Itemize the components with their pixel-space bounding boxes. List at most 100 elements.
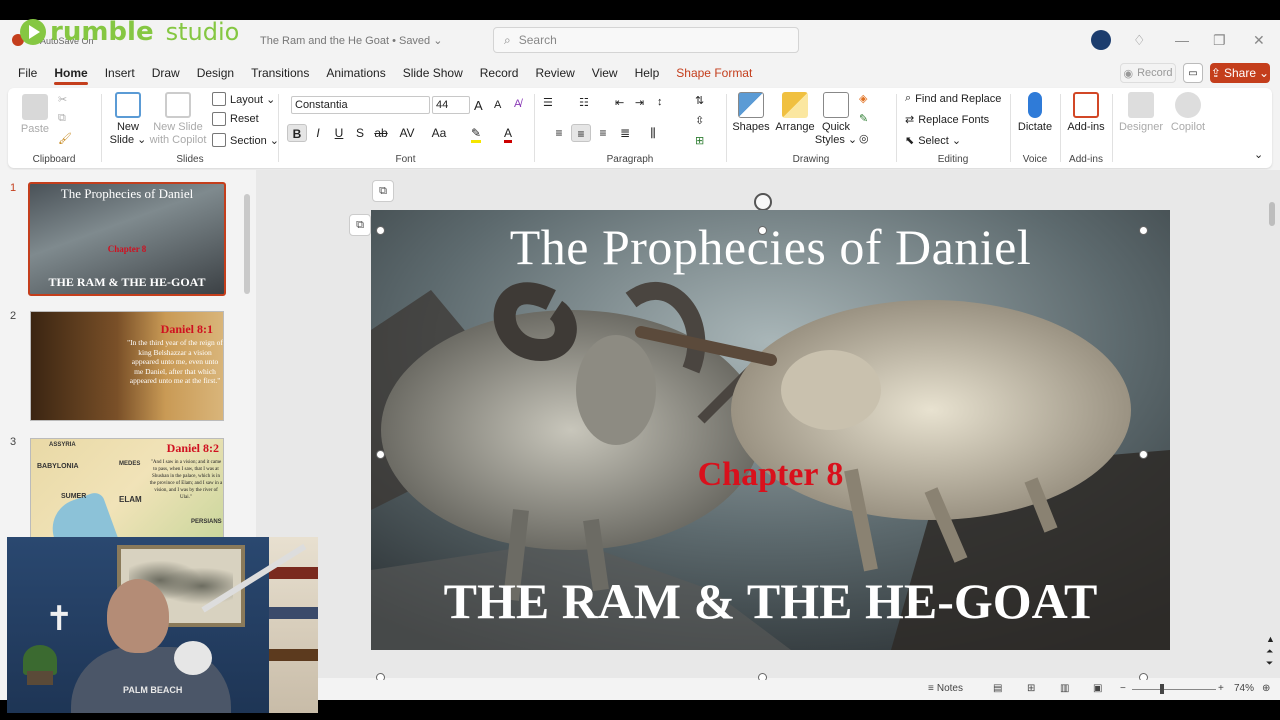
align-center-button[interactable]: ≡ bbox=[571, 124, 591, 142]
tab-insert[interactable]: Insert bbox=[105, 66, 135, 80]
minimize-icon[interactable]: — bbox=[1175, 32, 1189, 48]
next-slide-icon[interactable]: ⏷ bbox=[1266, 658, 1273, 669]
share-button[interactable]: ⇪ Share ⌄ bbox=[1210, 63, 1270, 83]
slide-show-icon[interactable]: ▣ bbox=[1093, 683, 1102, 694]
shadow-button[interactable]: S bbox=[350, 124, 370, 142]
shapes-button[interactable]: Shapes bbox=[731, 92, 771, 134]
collapse-ribbon-button[interactable]: ⌄ bbox=[1254, 148, 1263, 161]
numbering-button[interactable]: ☷ bbox=[579, 96, 589, 109]
tab-draw[interactable]: Draw bbox=[152, 66, 180, 80]
close-icon[interactable]: ✕ bbox=[1253, 32, 1265, 49]
quick-styles-button[interactable]: Quick Styles ⌄ bbox=[815, 92, 857, 147]
thumbnail-slide-3[interactable]: Daniel 8:2 ASSYRIA BABYLONIA MEDES SUMER… bbox=[30, 438, 224, 548]
slide-title[interactable]: The Prophecies of Daniel bbox=[371, 218, 1170, 276]
underline-button[interactable]: U bbox=[329, 124, 349, 142]
font-size-dropdown[interactable]: 44 bbox=[432, 96, 470, 114]
reset-button[interactable]: Reset bbox=[212, 112, 259, 126]
lightbulb-icon[interactable]: ♢ bbox=[1133, 32, 1146, 49]
shape-fill-button[interactable]: ◈ bbox=[859, 92, 867, 105]
tab-transitions[interactable]: Transitions bbox=[251, 66, 309, 80]
bullets-button[interactable]: ☰ bbox=[543, 96, 553, 109]
zoom-out-icon[interactable]: − bbox=[1120, 683, 1126, 694]
slide-canvas[interactable]: The Prophecies of Daniel Chapter 8 THE R… bbox=[371, 210, 1170, 650]
normal-view-icon[interactable]: ▤ bbox=[993, 683, 1002, 694]
tab-help[interactable]: Help bbox=[635, 66, 660, 80]
cut-button[interactable]: ✂ bbox=[58, 93, 67, 106]
bold-button[interactable]: B bbox=[287, 124, 307, 142]
arrange-button[interactable]: Arrange bbox=[773, 92, 817, 134]
justify-button[interactable]: ≣ bbox=[615, 124, 635, 142]
new-slide-button[interactable]: New Slide ⌄ bbox=[108, 92, 148, 147]
zoom-slider-knob[interactable] bbox=[1160, 684, 1164, 694]
rotate-handle[interactable] bbox=[754, 193, 772, 211]
document-title[interactable]: The Ram and the He Goat • Saved ⌄ bbox=[260, 34, 442, 47]
font-color-button[interactable]: A bbox=[498, 124, 518, 143]
zoom-in-icon[interactable]: + bbox=[1218, 683, 1224, 694]
fit-to-window-icon[interactable]: ⊕ bbox=[1262, 683, 1270, 694]
scrollbar-thumb[interactable] bbox=[1269, 202, 1275, 226]
slide-subtitle[interactable]: THE RAM & THE HE-GOAT bbox=[371, 572, 1170, 630]
tab-design[interactable]: Design bbox=[197, 66, 234, 80]
text-direction-button[interactable]: ⇅ bbox=[695, 94, 704, 107]
tab-slide-show[interactable]: Slide Show bbox=[403, 66, 463, 80]
design-ideas-icon[interactable]: ⧉ bbox=[349, 214, 371, 236]
tab-record[interactable]: Record bbox=[480, 66, 519, 80]
dictate-button[interactable]: Dictate bbox=[1015, 92, 1055, 134]
shape-effects-button[interactable]: ◎ bbox=[859, 132, 869, 145]
copilot-button[interactable]: Copilot bbox=[1166, 92, 1210, 134]
zoom-level[interactable]: 74% bbox=[1234, 683, 1254, 694]
resize-handle-right[interactable] bbox=[1139, 450, 1148, 459]
select-button[interactable]: ⬉ Select ⌄ bbox=[905, 134, 961, 147]
shape-outline-button[interactable]: ✎ bbox=[859, 112, 868, 125]
align-text-button[interactable]: ⇳ bbox=[695, 114, 704, 127]
increase-font-size-button[interactable]: A bbox=[474, 98, 483, 113]
slide-chapter-text[interactable]: Chapter 8 bbox=[371, 456, 1170, 494]
resize-handle-top-right[interactable] bbox=[1139, 226, 1148, 235]
resize-handle-left[interactable] bbox=[376, 450, 385, 459]
thumbnail-slide-1[interactable]: The Prophecies of Daniel Chapter 8 THE R… bbox=[28, 182, 226, 296]
paste-button[interactable]: Paste bbox=[18, 94, 52, 136]
thumbnail-slide-2[interactable]: Daniel 8:1 "In the third year of the rei… bbox=[30, 311, 224, 421]
tab-review[interactable]: Review bbox=[535, 66, 574, 80]
columns-button[interactable]: ⫼ bbox=[643, 124, 663, 142]
new-slide-with-copilot-button[interactable]: New Slide with Copilot bbox=[146, 92, 210, 147]
previous-slide-icon[interactable]: ⏶ bbox=[1266, 646, 1273, 657]
designer-button[interactable]: Designer bbox=[1118, 92, 1164, 134]
resize-handle-top-left[interactable] bbox=[376, 226, 385, 235]
strikethrough-button[interactable]: ab bbox=[371, 124, 391, 142]
copilot-float-icon[interactable]: ⧉ bbox=[372, 180, 394, 202]
tab-animations[interactable]: Animations bbox=[326, 66, 385, 80]
change-case-button[interactable]: Aa bbox=[426, 124, 452, 142]
search-box[interactable]: ⌕ Search bbox=[493, 27, 799, 53]
italic-button[interactable]: I bbox=[308, 124, 328, 142]
thumbnail-scrollbar[interactable] bbox=[244, 194, 250, 294]
character-spacing-button[interactable]: AV bbox=[394, 124, 420, 142]
replace-fonts-button[interactable]: ⇄ Replace Fonts bbox=[905, 113, 989, 127]
increase-indent-button[interactable]: ⇥ bbox=[635, 96, 644, 109]
scroll-up-icon[interactable]: ▲ bbox=[1266, 634, 1275, 644]
tab-shape-format[interactable]: Shape Format bbox=[676, 66, 752, 80]
decrease-font-size-button[interactable]: A bbox=[494, 99, 501, 111]
copy-button[interactable]: ⧉ bbox=[58, 112, 66, 125]
comments-button[interactable]: ▭ bbox=[1183, 63, 1203, 83]
zoom-slider-track[interactable] bbox=[1132, 689, 1216, 690]
find-and-replace-button[interactable]: ⌕ Find and Replace bbox=[905, 92, 1001, 105]
section-button[interactable]: Section ⌄ bbox=[212, 133, 279, 147]
editor-vertical-scrollbar[interactable] bbox=[1268, 192, 1276, 682]
restore-icon[interactable]: ❐ bbox=[1213, 32, 1226, 49]
record-button[interactable]: ◉ Record bbox=[1120, 63, 1176, 83]
profile-avatar[interactable] bbox=[1091, 30, 1111, 50]
addins-button[interactable]: Add-ins bbox=[1065, 92, 1107, 134]
tab-home[interactable]: Home bbox=[54, 66, 89, 85]
highlight-button[interactable]: ✎ bbox=[466, 124, 486, 143]
align-right-button[interactable]: ≡ bbox=[593, 124, 613, 142]
format-painter-button[interactable]: 🖌 bbox=[58, 132, 72, 145]
notes-button[interactable]: ≡ Notes bbox=[928, 683, 963, 694]
font-name-dropdown[interactable]: Constantia bbox=[291, 96, 430, 114]
slide-sorter-icon[interactable]: ⊞ bbox=[1027, 683, 1035, 694]
tab-view[interactable]: View bbox=[592, 66, 618, 80]
smartart-button[interactable]: ⊞ bbox=[695, 134, 704, 147]
tab-file[interactable]: File bbox=[18, 66, 37, 80]
line-spacing-button[interactable]: ↕ bbox=[657, 96, 663, 108]
clear-formatting-button[interactable]: A̸ bbox=[514, 98, 521, 110]
